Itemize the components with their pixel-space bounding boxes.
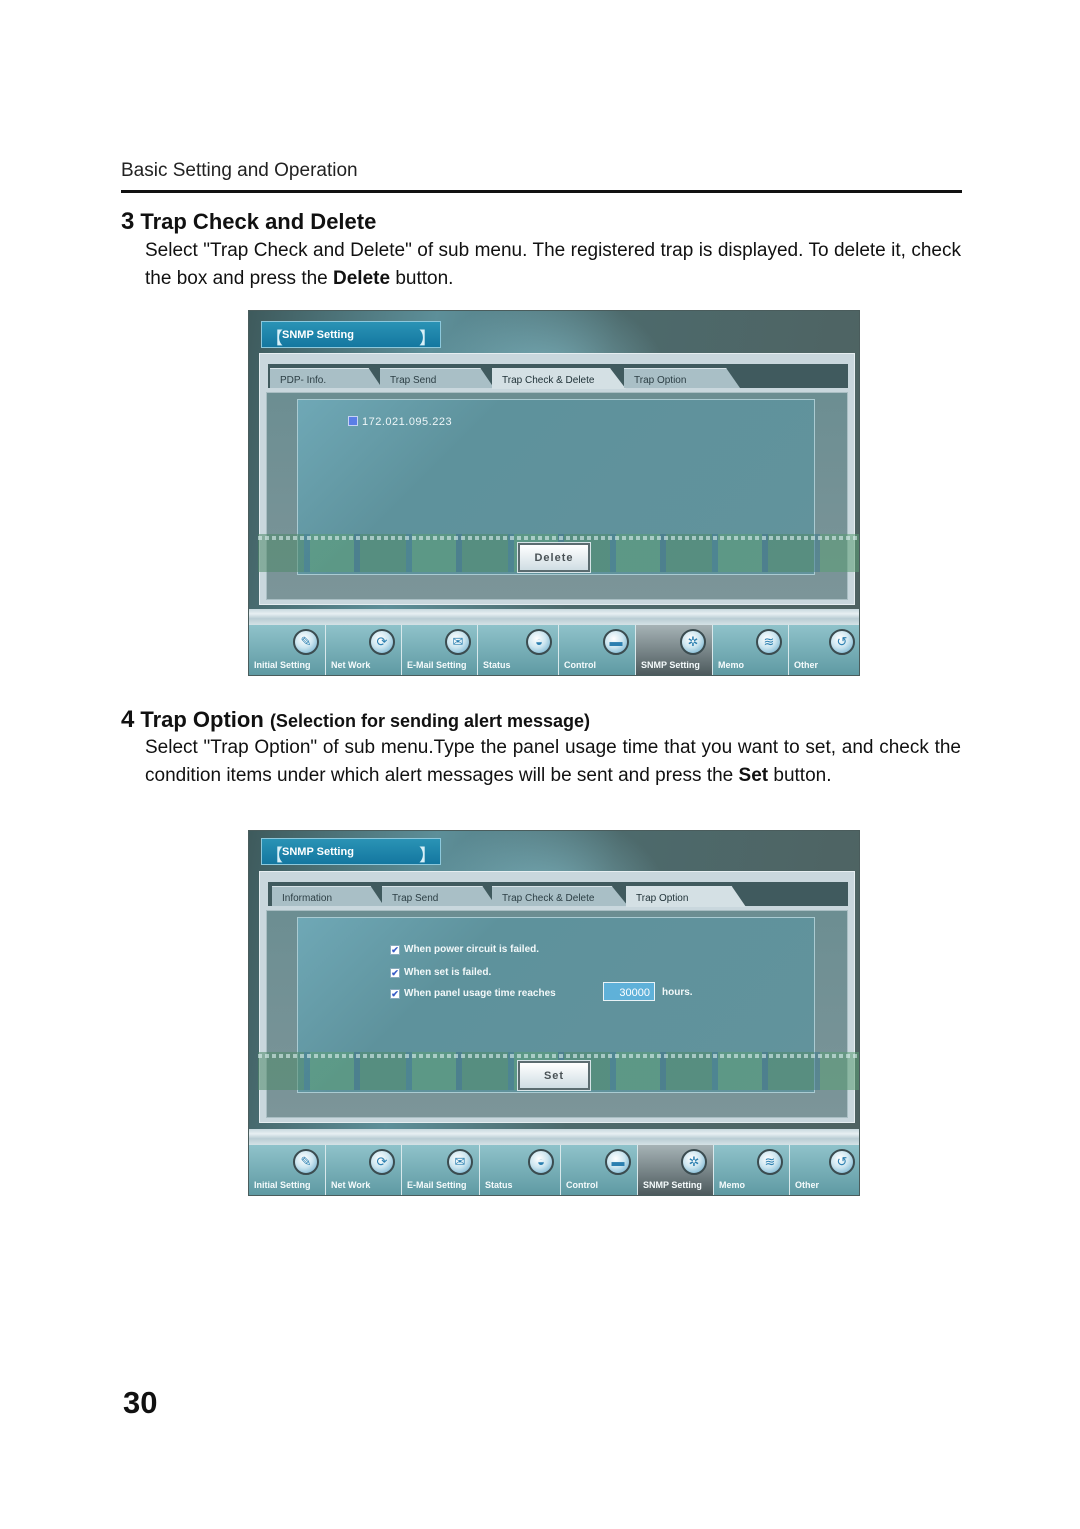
power-circuit-checkbox[interactable]: ✔ <box>390 945 400 955</box>
nav-snmp-setting[interactable]: ✲ SNMP Setting <box>636 625 713 675</box>
nav-initial-setting[interactable]: ✎ Initial Setting <box>249 1145 326 1195</box>
nav-snmp-setting[interactable]: ✲ SNMP Setting <box>638 1145 714 1195</box>
tab-trap-check-delete[interactable]: Trap Check & Delete <box>492 886 628 906</box>
tab-content: 172.021.095.223 Delete <box>258 392 859 600</box>
page-number: 30 <box>123 1385 158 1420</box>
panel-usage-checkbox[interactable]: ✔ <box>390 989 400 999</box>
nav-initial-setting[interactable]: ✎ Initial Setting <box>249 625 326 675</box>
nav-network[interactable]: ⟳ Net Work <box>326 625 402 675</box>
trap-entry[interactable]: 172.021.095.223 <box>348 416 452 428</box>
nav-status[interactable]: ◒ Status <box>480 1145 561 1195</box>
condition-panel-usage[interactable]: ✔ When panel usage time reaches <box>390 988 556 999</box>
memo-icon: ≋ <box>756 629 782 655</box>
nav-control[interactable]: ▬ Control <box>561 1145 638 1195</box>
other-icon: ↺ <box>829 629 855 655</box>
section-4-number: 4 <box>121 706 135 733</box>
panel-title: 【 SNMP Setting 】 <box>261 838 441 865</box>
sub-menu-tabs: Information Trap Send Trap Check & Delet… <box>268 882 848 907</box>
status-icon: ◒ <box>526 629 552 655</box>
nav-control[interactable]: ▬ Control <box>559 625 636 675</box>
running-header: Basic Setting and Operation <box>121 160 358 181</box>
tab-trap-check-delete[interactable]: Trap Check & Delete <box>492 368 626 389</box>
set-failed-checkbox[interactable]: ✔ <box>390 968 400 978</box>
nav-memo[interactable]: ≋ Memo <box>714 1145 790 1195</box>
condition-power-circuit[interactable]: ✔ When power circuit is failed. <box>390 944 539 955</box>
snmp-icon: ✲ <box>681 1149 707 1175</box>
main-nav: ✎ Initial Setting ⟳ Net Work ✉ E-Mail Setti… <box>249 625 859 675</box>
section-3-body-end: button. <box>390 268 454 289</box>
panel-frame: Information Trap Send Trap Check & Delet… <box>258 871 859 1123</box>
section-4-body: Select "Trap Option" of sub menu.Type th… <box>145 734 961 790</box>
panel-title: 【 SNMP Setting 】 <box>261 321 441 348</box>
control-icon: ▬ <box>605 1149 631 1175</box>
nav-other[interactable]: ↺ Other <box>790 1145 859 1195</box>
status-icon: ◒ <box>528 1149 554 1175</box>
panel-frame: PDP- Info. Trap Send Trap Check & Delete… <box>258 353 859 605</box>
section-3-title: Trap Check and Delete <box>140 209 377 234</box>
screenshot-trap-option: 【 SNMP Setting 】 Information Trap Send T… <box>248 830 860 1196</box>
section-3-body: Select "Trap Check and Delete" of sub me… <box>145 237 961 293</box>
tab-trap-send[interactable]: Trap Send <box>380 368 494 388</box>
nav-email-setting[interactable]: ✉ E-Mail Setting <box>402 1145 480 1195</box>
section-4-subtitle: (Selection for sending alert message) <box>269 711 591 731</box>
section-4-body-end: button. <box>768 765 832 786</box>
usage-hours-input[interactable] <box>603 982 655 1001</box>
trap-list-area: 172.021.095.223 Delete <box>258 399 859 575</box>
tab-trap-option[interactable]: Trap Option <box>626 886 746 907</box>
control-icon: ▬ <box>603 629 629 655</box>
nav-other[interactable]: ↺ Other <box>789 625 859 675</box>
nav-memo[interactable]: ≋ Memo <box>713 625 789 675</box>
mail-icon: ✉ <box>447 1149 473 1175</box>
trap-entry-ip: 172.021.095.223 <box>362 416 453 428</box>
network-icon: ⟳ <box>369 1149 395 1175</box>
pen-icon: ✎ <box>293 1149 319 1175</box>
snmp-icon: ✲ <box>680 629 706 655</box>
section-3-body-text: Select "Trap Check and Delete" of sub me… <box>145 240 961 289</box>
sub-menu-tabs: PDP- Info. Trap Send Trap Check & Delete… <box>268 364 848 389</box>
set-button[interactable]: Set <box>518 1061 590 1090</box>
mail-icon: ✉ <box>445 629 471 655</box>
screenshot-trap-check-delete: 【 SNMP Setting 】 PDP- Info. Trap Send Tr… <box>248 310 860 676</box>
header-rule <box>121 190 962 193</box>
network-icon: ⟳ <box>369 629 395 655</box>
nav-email-setting[interactable]: ✉ E-Mail Setting <box>402 625 478 675</box>
section-4-body-text: Select "Trap Option" of sub menu.Type th… <box>145 737 961 786</box>
trap-option-area: ✔ When power circuit is failed. ✔ When set… <box>258 917 859 1093</box>
section-3-number: 3 <box>121 208 135 235</box>
section-3-heading: 3 Trap Check and Delete <box>121 208 376 236</box>
section-4-body-bold: Set <box>738 765 769 786</box>
trap-entry-checkbox[interactable] <box>348 416 358 426</box>
tab-information[interactable]: Information <box>272 886 384 906</box>
tab-pdp-info[interactable]: PDP- Info. <box>270 368 382 388</box>
nav-status[interactable]: ◒ Status <box>478 625 559 675</box>
memo-icon: ≋ <box>757 1149 783 1175</box>
tab-trap-option[interactable]: Trap Option <box>624 368 740 388</box>
tab-content: ✔ When power circuit is failed. ✔ When set… <box>258 910 859 1118</box>
pen-icon: ✎ <box>293 629 319 655</box>
condition-set-failed[interactable]: ✔ When set is failed. <box>390 967 491 978</box>
section-4-heading: 4 Trap Option (Selection for sending aler… <box>121 706 590 734</box>
main-nav: ✎ Initial Setting ⟳ Net Work ✉ E-Mail Setti… <box>249 1145 859 1195</box>
section-3-body-bold: Delete <box>333 268 391 289</box>
delete-button[interactable]: Delete <box>518 543 590 572</box>
other-icon: ↺ <box>829 1149 855 1175</box>
nav-network[interactable]: ⟳ Net Work <box>326 1145 402 1195</box>
section-4-title: Trap Option <box>140 707 264 732</box>
hours-unit-label: hours. <box>662 987 693 998</box>
tab-trap-send[interactable]: Trap Send <box>382 886 496 906</box>
